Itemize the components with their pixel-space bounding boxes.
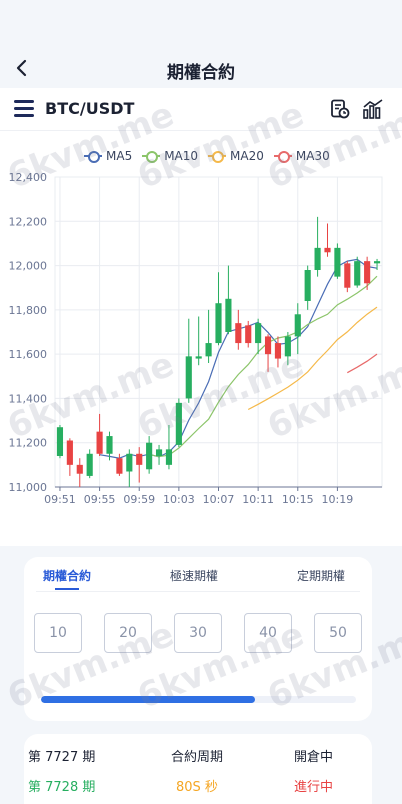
candle-down [364, 261, 371, 284]
bar-chart-icon [363, 99, 383, 119]
candle-down [76, 464, 83, 474]
candle-up [284, 336, 291, 357]
x-tick-label: 09:51 [44, 493, 76, 506]
series-line-ma10 [148, 275, 378, 458]
candle-down [96, 431, 103, 454]
symbol-bar: BTC/USDT [0, 88, 402, 131]
x-tick-label: 09:59 [123, 493, 155, 506]
duration-option-20[interactable]: 20 [104, 613, 152, 653]
y-tick-label: 11,400 [9, 392, 48, 405]
tab-express-option[interactable]: 極速期權 [170, 567, 218, 584]
active-tab-indicator [55, 588, 79, 590]
top-bar: 期權合約 [0, 0, 402, 88]
candle-up [185, 356, 192, 399]
candle-down [66, 440, 73, 465]
countdown-progress-bar [41, 696, 356, 703]
duration-option-10[interactable]: 10 [34, 613, 82, 653]
duration-option-30[interactable]: 30 [174, 613, 222, 653]
y-tick-label: 12,000 [9, 260, 48, 273]
candle-up [146, 442, 153, 470]
y-tick-label: 11,000 [9, 481, 48, 494]
cycle-header: 合約周期 [171, 750, 224, 765]
y-tick-label: 11,200 [9, 437, 48, 450]
candle-up [314, 247, 321, 270]
candle-down [245, 325, 252, 344]
kline-chart[interactable]: MA5 MA10 MA20 MA30 11,000 11,200 11,400 11,… [0, 131, 402, 546]
x-tick-label: 10:03 [163, 493, 195, 506]
candle-up [225, 298, 232, 332]
x-tick-label: 10:11 [242, 493, 274, 506]
y-tick-label: 11,600 [9, 348, 48, 361]
candle-up [304, 270, 311, 301]
x-tick-label: 10:19 [322, 493, 354, 506]
candle-down [274, 343, 282, 359]
current-period: 第 7727 期 [28, 750, 96, 765]
candle-up [165, 449, 173, 465]
candle-up [334, 247, 341, 277]
x-tick-label: 10:07 [203, 493, 235, 506]
menu-icon[interactable] [14, 100, 34, 118]
candle-up [126, 453, 133, 472]
candle-up [215, 303, 222, 344]
candle-up [106, 436, 113, 454]
y-tick-label: 12,200 [9, 215, 48, 228]
candle-down [344, 263, 351, 288]
period-table: 第 7727 期 合約周期 開倉中 第 7728 期 80S 秒 進行中 [24, 734, 372, 804]
x-tick-label: 10:15 [282, 493, 314, 506]
tab-term-option[interactable]: 定期期權 [297, 567, 345, 584]
document-clock-icon [331, 99, 350, 119]
page-title: 期權合約 [167, 63, 235, 83]
candlestick-plot[interactable]: 11,000 11,200 11,400 11,600 11,800 12,000 12,2… [0, 131, 402, 546]
cycle-value: 80S 秒 [176, 780, 218, 795]
candle-down [235, 323, 242, 344]
tab-option-contract[interactable]: 期權合約 [43, 567, 91, 584]
candle-up [255, 323, 262, 344]
contract-tabs: 期權合約 極速期權 定期期權 [24, 557, 372, 593]
candle-down [136, 453, 143, 465]
candle-up [354, 261, 361, 286]
series-line-ma5 [99, 258, 378, 459]
series-line-ma30 [347, 353, 378, 374]
candle-up [155, 449, 163, 456]
x-tick-label: 09:55 [84, 493, 116, 506]
candle-up [86, 453, 93, 476]
status-header: 開倉中 [294, 750, 334, 765]
contract-panel: 期權合約 極速期權 定期期權 10 20 30 40 50 [24, 557, 372, 721]
candle-up [56, 427, 64, 456]
candle-up [195, 356, 202, 359]
candle-down [324, 247, 331, 253]
duration-option-50[interactable]: 50 [314, 613, 362, 653]
next-period: 第 7728 期 [28, 780, 96, 795]
duration-option-40[interactable]: 40 [244, 613, 292, 653]
candle-up [294, 314, 301, 337]
candle-up [205, 343, 212, 357]
status-value: 進行中 [294, 780, 334, 795]
candle-down [264, 336, 272, 355]
y-tick-label: 11,800 [9, 304, 48, 317]
progress-fill [41, 696, 256, 703]
candle-up [373, 261, 381, 264]
chart-type-button[interactable] [362, 99, 384, 119]
series-line-ma20 [247, 306, 378, 411]
y-tick-label: 12,400 [9, 171, 48, 184]
tab-divider [36, 591, 360, 592]
candle-down [116, 458, 123, 474]
candle-up [175, 402, 182, 445]
trading-pair-label[interactable]: BTC/USDT [45, 99, 134, 118]
order-record-button[interactable] [330, 99, 350, 119]
